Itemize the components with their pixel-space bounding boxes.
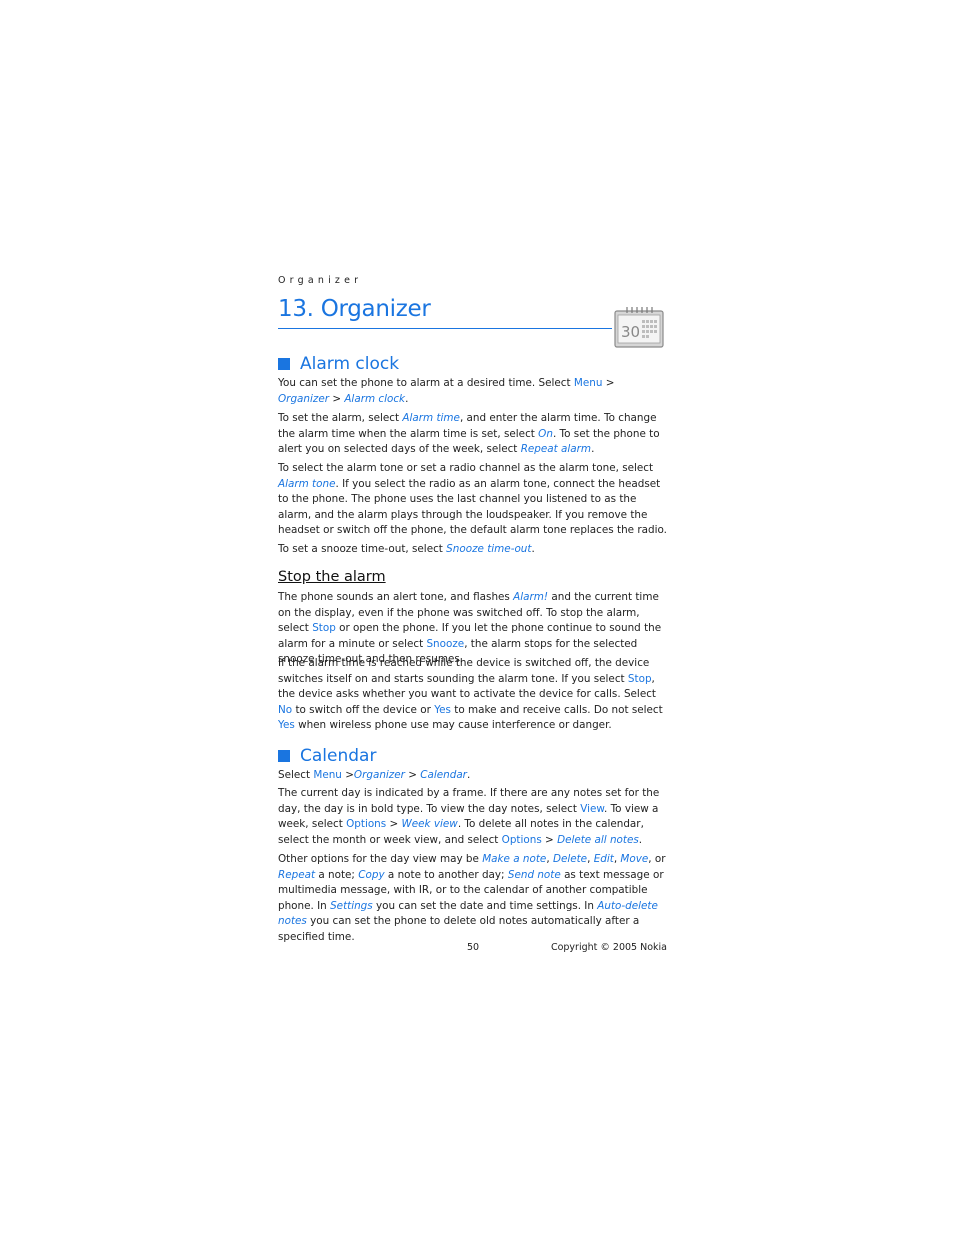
- alarm-flash-text: Alarm!: [513, 591, 549, 603]
- alarm-set-paragraph: To set the alarm, select Alarm time, and…: [278, 412, 660, 455]
- organizer-option: Organizer: [353, 769, 405, 781]
- no-command: No: [278, 703, 293, 716]
- snooze-timeout-option: Snooze time-out: [446, 543, 532, 555]
- yes-command: Yes: [278, 719, 295, 731]
- section-heading-alarm-clock: Alarm clock: [278, 354, 399, 374]
- yes-command: Yes: [434, 703, 451, 716]
- calendar-icon: 30: [614, 307, 664, 348]
- section-bullet-icon: [278, 750, 290, 762]
- calendar-option: Calendar: [420, 769, 467, 781]
- view-command: View: [580, 802, 604, 815]
- snooze-command: Snooze: [426, 637, 465, 650]
- calendar-options-paragraph: Other options for the day view may be Ma…: [278, 853, 666, 943]
- make-note-option: Make a note: [482, 853, 547, 865]
- move-option: Move: [620, 853, 649, 865]
- alarm-time-option: Alarm time: [402, 412, 460, 424]
- menu-command: Menu: [573, 377, 603, 389]
- stop-command: Stop: [312, 622, 336, 634]
- edit-option: Edit: [593, 853, 614, 865]
- send-note-option: Send note: [507, 868, 561, 881]
- options-command: Options: [501, 833, 542, 846]
- week-view-option: Week view: [401, 818, 458, 830]
- section-bullet-icon: [278, 358, 290, 370]
- subsection-heading-stop-alarm: Stop the alarm: [278, 569, 386, 585]
- delete-all-notes-option: Delete all notes: [557, 833, 639, 846]
- alarm-tone-paragraph: To select the alarm tone or set a radio …: [278, 462, 667, 536]
- chapter-rule: [278, 328, 612, 329]
- calendar-icon-day: 30: [621, 323, 640, 341]
- menu-command: Menu: [313, 769, 342, 781]
- calendar-intro-paragraph: Select Menu >Organizer > Calendar.: [278, 769, 471, 781]
- alarm-clock-option: Alarm clock: [344, 392, 406, 405]
- calendar-view-paragraph: The current day is indicated by a frame.…: [278, 787, 660, 846]
- snooze-paragraph: To set a snooze time-out, select Snooze …: [278, 543, 535, 555]
- delete-option: Delete: [552, 853, 588, 865]
- settings-option: Settings: [330, 899, 373, 912]
- section-heading-calendar: Calendar: [278, 746, 376, 766]
- alarm-intro-paragraph: You can set the phone to alarm at a desi…: [278, 377, 615, 405]
- repeat-option: Repeat: [278, 868, 316, 881]
- alarm-tone-option: Alarm tone: [278, 477, 336, 490]
- copy-option: Copy: [358, 868, 385, 881]
- copyright-notice: Copyright © 2005 Nokia: [550, 942, 667, 953]
- chapter-title: 13. Organizer: [278, 296, 431, 322]
- switched-off-paragraph: If the alarm time is reached while the d…: [278, 657, 663, 731]
- stop-command: Stop: [627, 672, 652, 685]
- running-head: Organizer: [278, 275, 363, 286]
- on-option: On: [538, 427, 553, 440]
- organizer-option: Organizer: [278, 392, 330, 405]
- page-number: 50: [467, 942, 480, 953]
- options-command: Options: [346, 818, 387, 830]
- repeat-alarm-option: Repeat alarm: [520, 443, 592, 455]
